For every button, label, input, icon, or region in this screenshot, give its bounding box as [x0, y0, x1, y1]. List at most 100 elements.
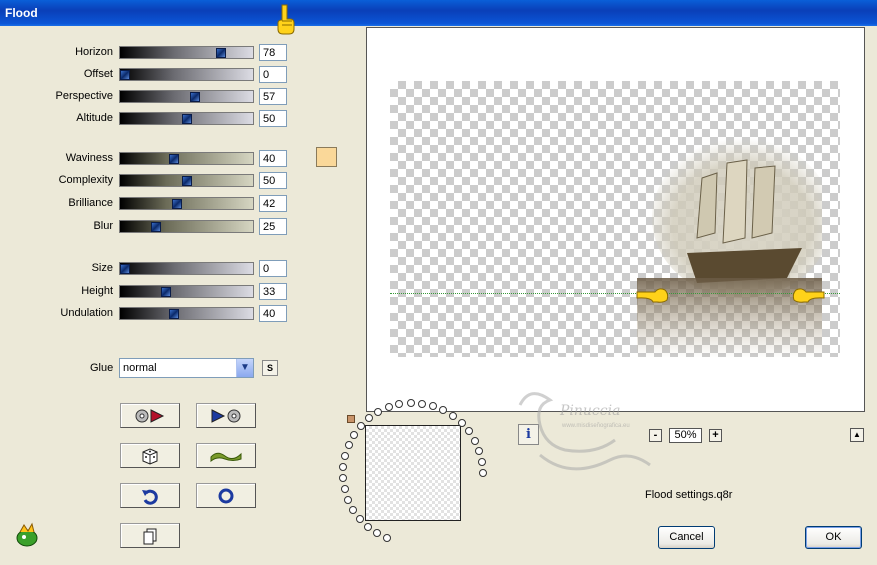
- slider-value-input[interactable]: 40: [259, 150, 287, 167]
- slider-value-input[interactable]: 40: [259, 305, 287, 322]
- slider-thumb[interactable]: [182, 176, 192, 186]
- slider-track[interactable]: [119, 197, 254, 210]
- undo-button[interactable]: [120, 483, 180, 508]
- slider-thumb[interactable]: [120, 70, 130, 80]
- undo-arrow-icon: [142, 489, 158, 505]
- ok-button[interactable]: OK: [805, 526, 862, 549]
- navigator-dot[interactable]: [448, 411, 457, 420]
- slider-label: Offset: [83, 68, 113, 80]
- navigator-dot[interactable]: [383, 534, 392, 543]
- navigator-dot[interactable]: [479, 469, 487, 477]
- slider-value-input[interactable]: 50: [259, 110, 287, 127]
- wave-icon: [210, 452, 242, 462]
- navigator-dot[interactable]: [417, 399, 426, 408]
- glue-dropdown[interactable]: normal ▼: [119, 358, 254, 378]
- horizon-marker-left-icon[interactable]: [635, 285, 671, 303]
- slider-row-height: Height 33: [0, 283, 300, 301]
- slider-value-input[interactable]: 50: [259, 172, 287, 189]
- slider-thumb[interactable]: [190, 92, 200, 102]
- horizon-line[interactable]: [390, 293, 840, 294]
- slider-track[interactable]: [119, 112, 254, 125]
- slider-value-input[interactable]: 42: [259, 195, 287, 212]
- navigator-dot[interactable]: [471, 436, 480, 445]
- slider-thumb[interactable]: [182, 114, 192, 124]
- arrow-disc-right-icon: [211, 408, 241, 423]
- slider-label: Height: [81, 285, 113, 297]
- navigator-dot[interactable]: [478, 457, 487, 466]
- navigator-dot[interactable]: [465, 427, 474, 436]
- chevron-down-icon[interactable]: ▼: [236, 359, 253, 377]
- ring-icon: [218, 488, 234, 503]
- glue-s-button[interactable]: S: [262, 360, 278, 376]
- slider-thumb[interactable]: [216, 48, 226, 58]
- navigator-dot[interactable]: [344, 495, 353, 504]
- navigator-dot[interactable]: [384, 403, 393, 412]
- navigator-dot[interactable]: [439, 405, 448, 414]
- slider-thumb[interactable]: [169, 309, 179, 319]
- cancel-button[interactable]: Cancel: [658, 526, 715, 549]
- navigator-dot[interactable]: [406, 399, 415, 408]
- slider-label: Brilliance: [68, 197, 113, 209]
- navigator-dot[interactable]: [356, 514, 364, 523]
- horizon-marker-right-icon[interactable]: [790, 285, 826, 303]
- watermark-name: Pinuccia: [559, 403, 620, 419]
- glue-label: Glue: [90, 362, 114, 374]
- randomize-forward-button[interactable]: [196, 403, 256, 428]
- copy-button[interactable]: [120, 523, 180, 548]
- slider-track[interactable]: [119, 90, 254, 103]
- slider-label: Complexity: [58, 174, 113, 186]
- reset-button[interactable]: [196, 483, 256, 508]
- slider-track[interactable]: [119, 46, 254, 59]
- navigator-dot[interactable]: [374, 408, 383, 417]
- slider-value-input[interactable]: 0: [259, 66, 287, 83]
- slider-track[interactable]: [119, 285, 254, 298]
- slider-track[interactable]: [119, 174, 254, 187]
- navigator-thumbnail[interactable]: [365, 425, 461, 521]
- slider-label: Altitude: [76, 112, 113, 124]
- slider-label: Waviness: [65, 152, 113, 164]
- slider-value-input[interactable]: 33: [259, 283, 287, 300]
- randomize-back-button[interactable]: [120, 403, 180, 428]
- slider-row-offset: Offset 0: [0, 66, 300, 84]
- slider-thumb[interactable]: [151, 222, 161, 232]
- navigator-dot[interactable]: [475, 446, 484, 455]
- preview-canvas[interactable]: [366, 27, 865, 412]
- slider-thumb[interactable]: [120, 264, 130, 274]
- zoom-in-button[interactable]: +: [709, 429, 722, 442]
- navigator-dot[interactable]: [341, 451, 350, 460]
- slider-track[interactable]: [119, 220, 254, 233]
- navigator-dot[interactable]: [339, 473, 348, 482]
- watermark-url: www.misdiseñografica.eu: [561, 423, 630, 429]
- navigator-dot[interactable]: [457, 418, 466, 427]
- navigator-dot[interactable]: [428, 401, 437, 410]
- collapse-preview-button[interactable]: ▲: [850, 428, 864, 442]
- slider-thumb[interactable]: [161, 287, 171, 297]
- slider-track[interactable]: [119, 307, 254, 320]
- navigator-dot[interactable]: [349, 505, 358, 514]
- slider-thumb[interactable]: [172, 199, 182, 209]
- navigator-dot[interactable]: [373, 529, 382, 538]
- slider-track[interactable]: [119, 152, 254, 165]
- navigator-anchor[interactable]: [347, 415, 355, 423]
- navigator-dot[interactable]: [344, 440, 353, 449]
- zoom-out-button[interactable]: -: [649, 429, 662, 442]
- flood-color-swatch[interactable]: [316, 147, 337, 167]
- navigator-dot[interactable]: [356, 422, 365, 431]
- slider-value-input[interactable]: 25: [259, 218, 287, 235]
- disc-arrow-left-icon: [135, 408, 165, 423]
- wave-button[interactable]: [196, 443, 256, 468]
- navigator-dot[interactable]: [365, 414, 374, 423]
- navigator-dot[interactable]: [339, 462, 348, 471]
- slider-value-input[interactable]: 57: [259, 88, 287, 105]
- navigator-dot[interactable]: [340, 484, 349, 493]
- pages-icon: [143, 528, 157, 544]
- slider-track[interactable]: [119, 68, 254, 81]
- slider-value-input[interactable]: 0: [259, 260, 287, 277]
- navigator-dot[interactable]: [364, 522, 372, 531]
- navigator-dot[interactable]: [350, 431, 359, 440]
- slider-value-input[interactable]: 78: [259, 44, 287, 61]
- slider-track[interactable]: [119, 262, 254, 275]
- slider-thumb[interactable]: [169, 154, 179, 164]
- slider-row-brilliance: Brilliance 42: [0, 195, 300, 213]
- random-dice-button[interactable]: [120, 443, 180, 468]
